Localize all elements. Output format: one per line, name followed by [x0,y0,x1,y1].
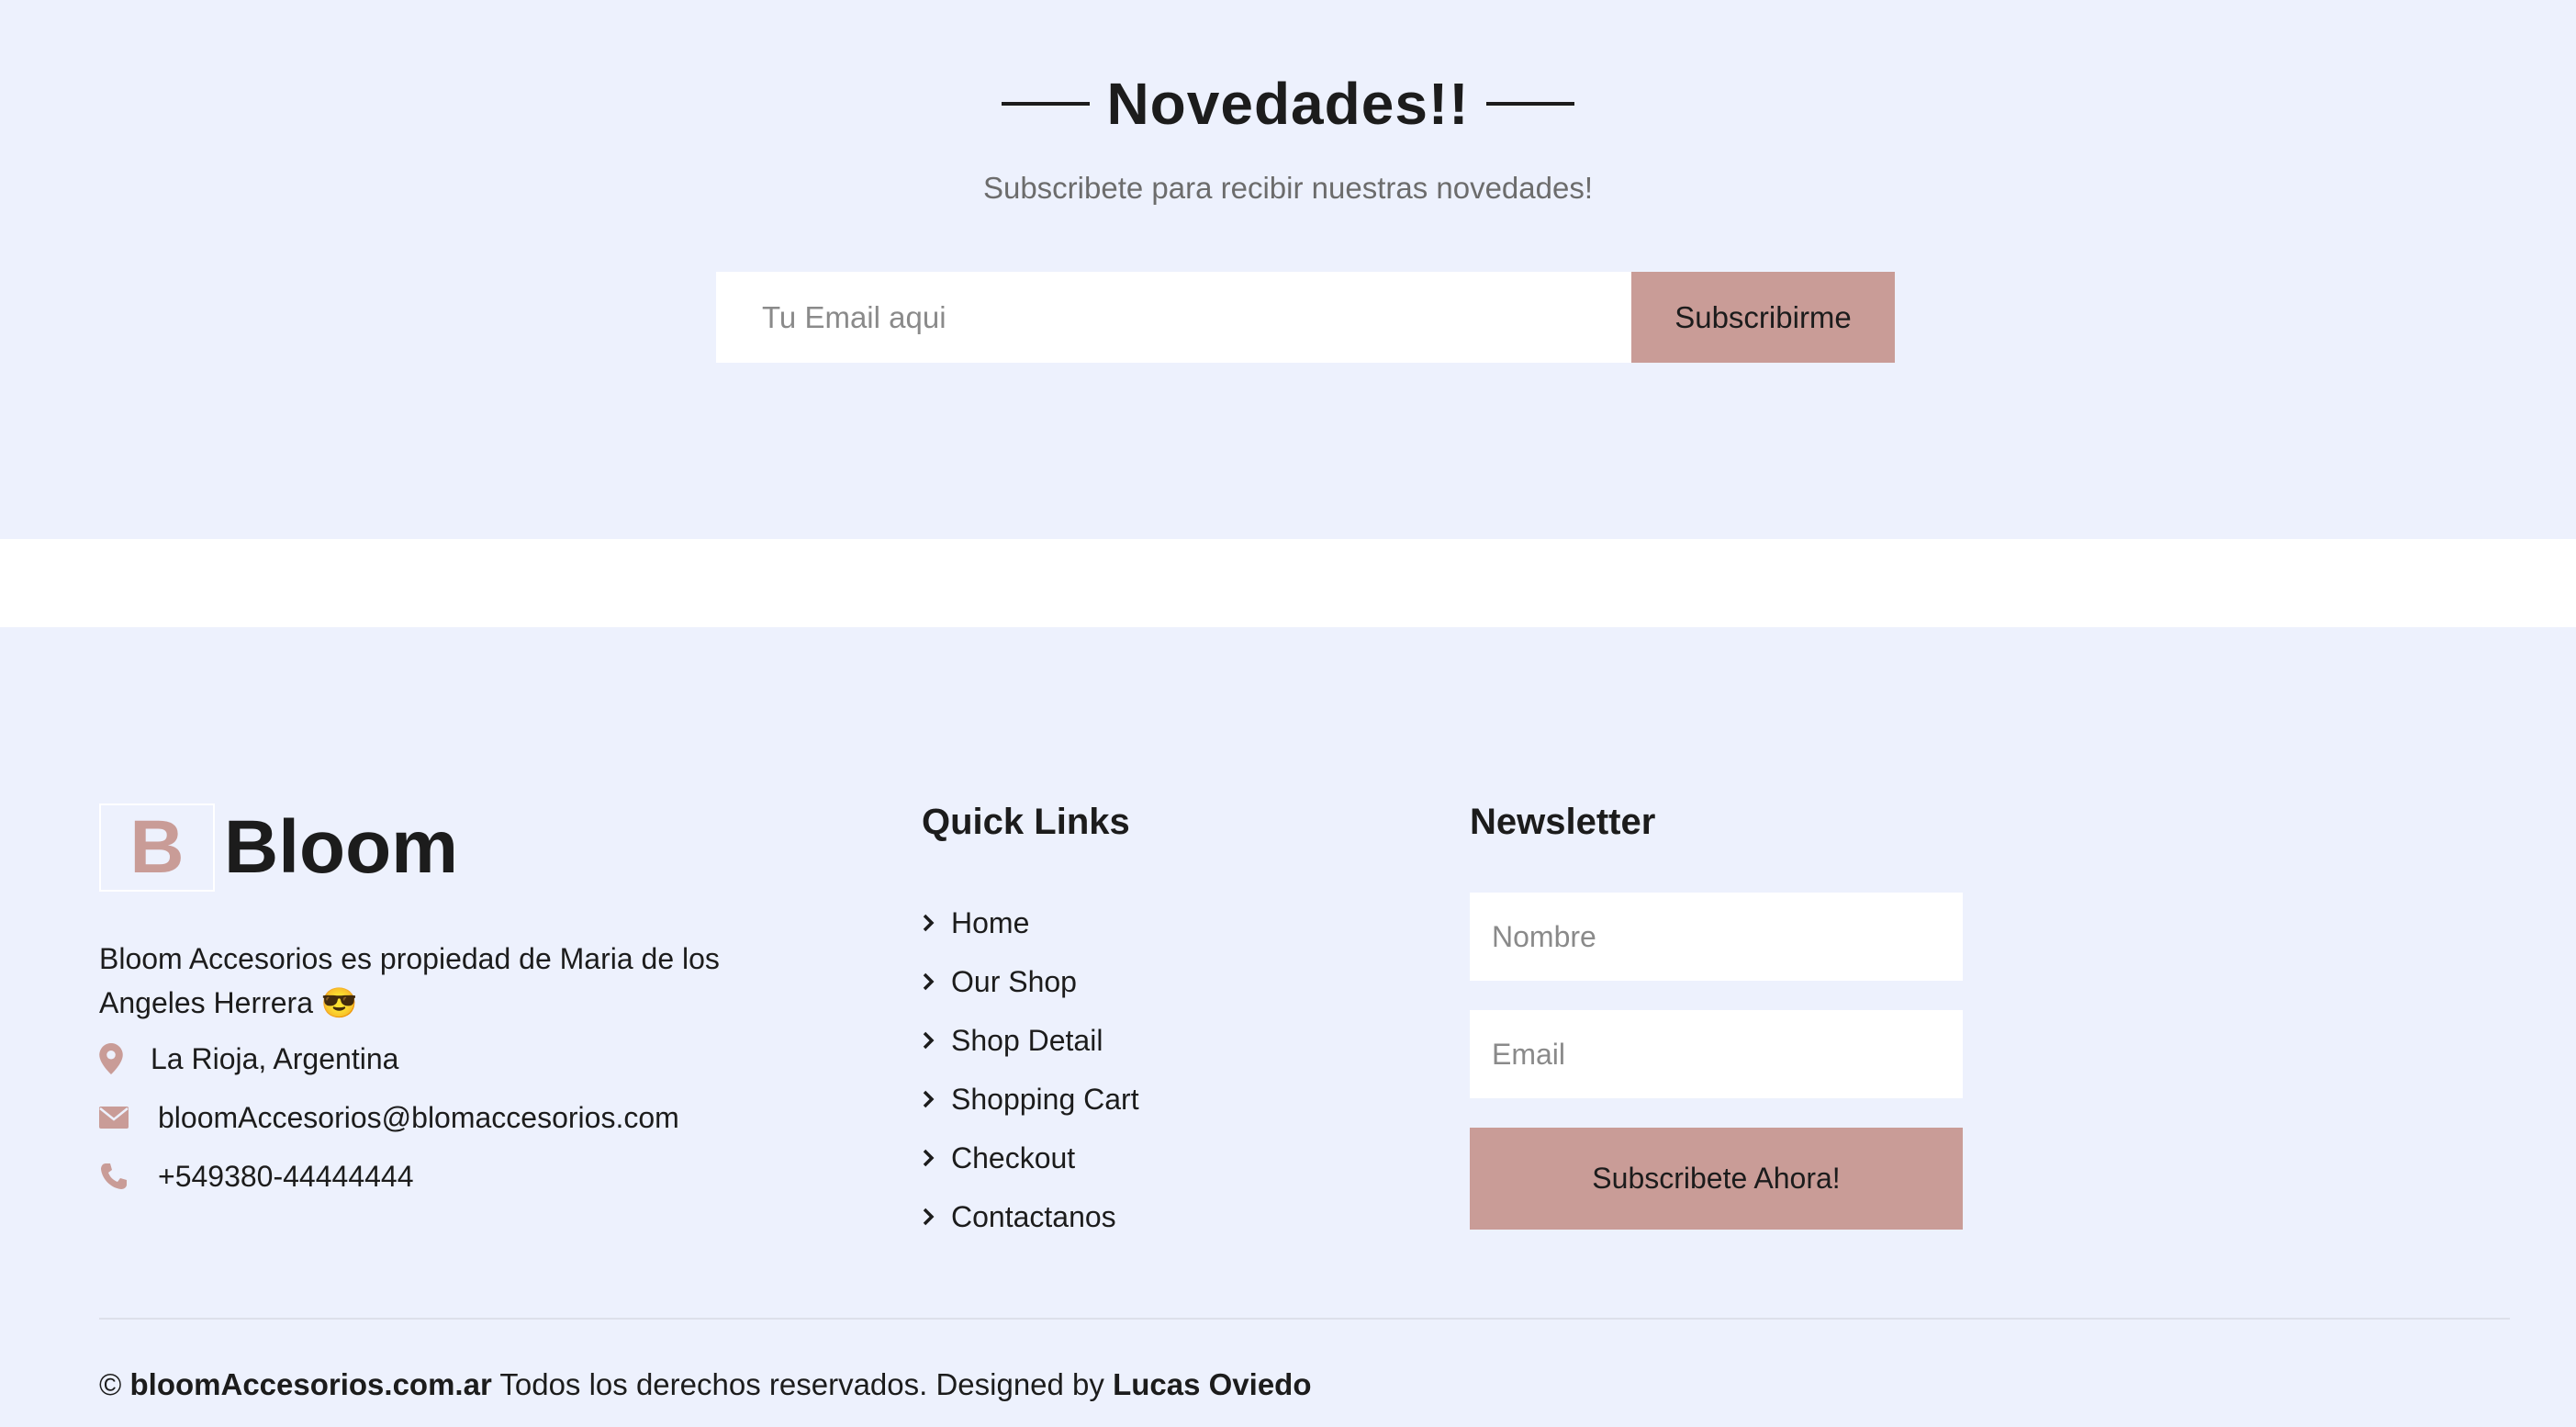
quick-link-label: Home [951,905,1030,939]
chevron-right-icon [923,1031,935,1050]
footer-logo[interactable]: B Bloom [99,803,458,892]
newsletter-heading: Newsletter [1470,802,1656,842]
chevron-right-icon [923,972,935,991]
quick-link-shop-detail[interactable]: Shop Detail [922,1011,1139,1070]
site-footer: B Bloom Bloom Accesorios es propiedad de… [0,627,2576,1427]
copyright-text: © bloomAccesorios.com.ar Todos los derec… [99,1367,1312,1402]
subscribe-email-input[interactable] [716,272,1631,363]
title-line-right [1485,102,1574,106]
quick-link-home[interactable]: Home [922,893,1139,952]
contact-email: bloomAccesorios@blomaccesorios.com [99,1097,679,1138]
section-title-text: Novedades!! [1106,71,1470,137]
quick-link-shopping-cart[interactable]: Shopping Cart [922,1070,1139,1129]
email-text[interactable]: bloomAccesorios@blomaccesorios.com [158,1101,679,1135]
newsletter-name-input[interactable] [1470,893,1963,981]
designer-link[interactable]: Lucas Oviedo [1113,1367,1311,1401]
quick-link-label: Checkout [951,1140,1076,1174]
phone-text[interactable]: +549380-44444444 [158,1160,414,1194]
chevron-right-icon [923,1090,935,1108]
copyright-rights: Todos los derechos reservados. Designed … [499,1367,1104,1401]
quick-link-label: Contactanos [951,1199,1116,1233]
logo-text: Bloom [224,805,459,889]
newsletter-section: Novedades!! Subscribete para recibir nue… [0,0,2576,539]
contact-phone: +549380-44444444 [99,1156,414,1197]
title-line-left [1002,102,1091,106]
quick-link-label: Our Shop [951,964,1077,998]
quick-link-our-shop[interactable]: Our Shop [922,952,1139,1011]
subscribe-button[interactable]: Subscribirme [1631,272,1895,363]
location-text: La Rioja, Argentina [151,1041,399,1075]
newsletter-subscribe-button[interactable]: Subscribete Ahora! [1470,1128,1963,1230]
about-text: Bloom Accesorios es propiedad de Maria d… [99,942,720,1019]
chevron-right-icon [923,1208,935,1226]
copyright-symbol: © [99,1367,122,1401]
section-title: Novedades!! [0,64,2576,143]
logo-mark: B [99,803,215,892]
newsletter-email-input[interactable] [1470,1010,1963,1098]
section-subtitle: Subscribete para recibir nuestras noveda… [982,171,1594,205]
quick-link-label: Shop Detail [951,1023,1103,1057]
quick-links-list: Home Our Shop Shop Detail Shopping Cart … [922,893,1139,1246]
quick-link-contactanos[interactable]: Contactanos [922,1187,1139,1246]
quick-link-checkout[interactable]: Checkout [922,1129,1139,1187]
quick-link-label: Shopping Cart [951,1082,1139,1116]
envelope-icon [99,1107,141,1129]
chevron-right-icon [923,1149,935,1167]
quick-links-heading: Quick Links [922,802,1130,842]
map-marker-icon [99,1043,141,1074]
contact-location: La Rioja, Argentina [99,1039,398,1079]
phone-icon [99,1162,141,1191]
chevron-right-icon [923,914,935,932]
copyright-site[interactable]: bloomAccesorios.com.ar [130,1367,492,1401]
footer-divider [99,1318,2510,1320]
